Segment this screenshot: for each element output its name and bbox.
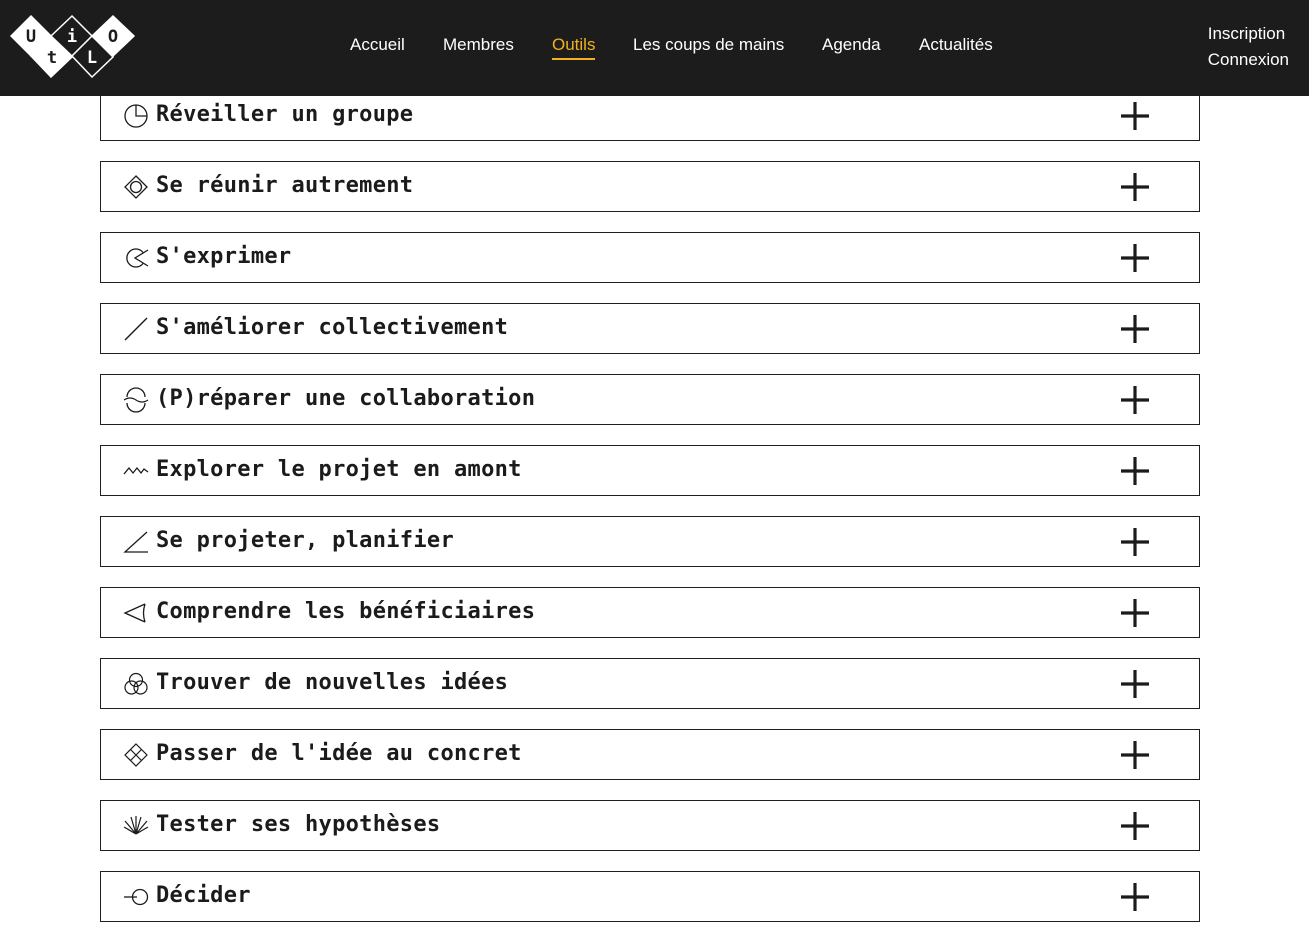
plus-icon[interactable] — [1119, 242, 1151, 274]
category-label: Se réunir autrement — [156, 173, 414, 198]
nav-actualites[interactable]: Actualités — [919, 35, 993, 55]
account-links: Inscription Connexion — [1208, 21, 1289, 73]
nav-membres[interactable]: Membres — [443, 35, 514, 55]
login-link[interactable]: Connexion — [1208, 47, 1289, 73]
nav-coups-de-mains[interactable]: Les coups de mains — [633, 35, 784, 55]
plus-icon[interactable] — [1119, 171, 1151, 203]
venn-icon — [123, 671, 149, 697]
category-item-passer[interactable]: Passer de l'idée au concret — [100, 729, 1200, 780]
category-label: Se projeter, planifier — [156, 528, 454, 553]
site-header: U t i L O Accueil Membres Outils Les cou… — [0, 0, 1309, 96]
cone-icon — [123, 600, 149, 626]
category-item-reveiller[interactable]: Réveiller un groupe — [100, 90, 1200, 141]
category-label: Décider — [156, 883, 251, 908]
category-label: (P)réparer une collaboration — [156, 386, 536, 411]
category-item-decider[interactable]: Décider — [100, 871, 1200, 922]
nav-accueil[interactable]: Accueil — [350, 35, 405, 55]
category-item-preparer[interactable]: (P)réparer une collaboration — [100, 374, 1200, 425]
svg-text:U: U — [26, 27, 36, 47]
plus-icon[interactable] — [1119, 455, 1151, 487]
category-item-comprendre[interactable]: Comprendre les bénéficiaires — [100, 587, 1200, 638]
line-circle-icon — [123, 884, 149, 910]
category-item-tester[interactable]: Tester ses hypothèses — [100, 800, 1200, 851]
plus-icon[interactable] — [1119, 384, 1151, 416]
nav-agenda[interactable]: Agenda — [822, 35, 881, 55]
circle-arrow-icon — [123, 245, 149, 271]
category-item-trouver[interactable]: Trouver de nouvelles idées — [100, 658, 1200, 709]
category-label: Explorer le projet en amont — [156, 457, 522, 482]
category-label: Passer de l'idée au concret — [156, 741, 522, 766]
category-item-explorer[interactable]: Explorer le projet en amont — [100, 445, 1200, 496]
category-label: Comprendre les bénéficiaires — [156, 599, 536, 624]
diamond-grid-icon — [123, 742, 149, 768]
plus-icon[interactable] — [1119, 597, 1151, 629]
category-item-sexprimer[interactable]: S'exprimer — [100, 232, 1200, 283]
plus-icon[interactable] — [1119, 313, 1151, 345]
category-item-sameliorer[interactable]: S'améliorer collectivement — [100, 303, 1200, 354]
category-item-se-reunir[interactable]: Se réunir autrement — [100, 161, 1200, 212]
rays-icon — [123, 813, 149, 839]
diagonal-line-icon — [123, 316, 149, 342]
plus-icon[interactable] — [1119, 810, 1151, 842]
category-label: S'améliorer collectivement — [156, 315, 509, 340]
category-label: Réveiller un groupe — [156, 102, 414, 127]
category-label: Trouver de nouvelles idées — [156, 670, 509, 695]
plus-icon[interactable] — [1119, 526, 1151, 558]
svg-text:L: L — [87, 48, 97, 68]
svg-text:i: i — [67, 27, 77, 47]
svg-text:O: O — [108, 27, 118, 47]
angle-icon — [123, 529, 149, 555]
plus-icon[interactable] — [1119, 739, 1151, 771]
diamond-circle-icon — [123, 174, 149, 200]
svg-text:t: t — [47, 48, 57, 68]
category-label: Tester ses hypothèses — [156, 812, 441, 837]
nav-outils[interactable]: Outils — [552, 35, 596, 60]
wave-circle-icon — [123, 387, 149, 413]
plus-icon[interactable] — [1119, 668, 1151, 700]
signup-link[interactable]: Inscription — [1208, 21, 1289, 47]
category-item-se-projeter[interactable]: Se projeter, planifier — [100, 516, 1200, 567]
pie-clock-icon — [123, 103, 149, 129]
plus-icon[interactable] — [1119, 100, 1151, 132]
plus-icon[interactable] — [1119, 881, 1151, 913]
category-label: S'exprimer — [156, 244, 292, 269]
utilo-logo[interactable]: U t i L O — [9, 14, 136, 79]
zigzag-icon — [123, 458, 149, 484]
